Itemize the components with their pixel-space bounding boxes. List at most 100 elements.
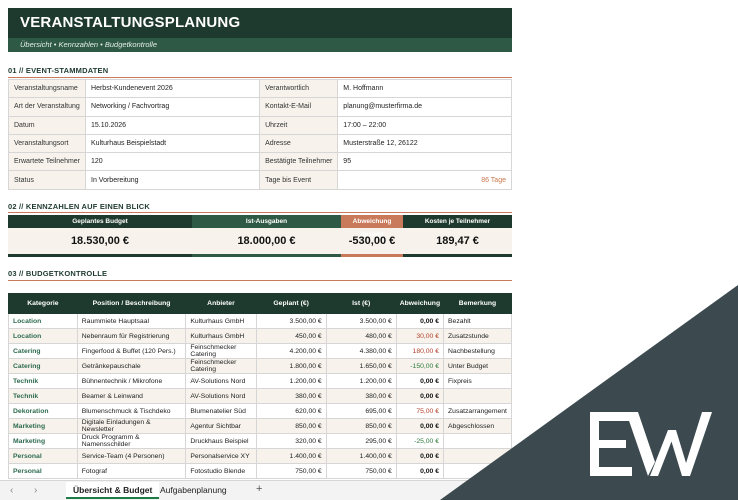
actual-cell[interactable]: 295,00 € [325,433,397,449]
planned-cell[interactable]: 1.400,00 € [255,448,327,464]
deviation-cell[interactable]: 0,00 € [395,463,445,479]
position-cell[interactable]: Bühnentechnik / Mikrofone [76,373,187,389]
category-cell[interactable]: Marketing [8,433,78,449]
deviation-cell[interactable]: -150,00 € [395,358,445,374]
planned-cell[interactable]: 3.500,00 € [255,313,327,329]
stammdaten-value[interactable]: Musterstraße 12, 26122 [337,133,512,154]
deviation-cell[interactable]: 30,00 € [395,328,445,344]
vendor-cell[interactable]: Feinschmecker Catering [185,343,257,359]
stammdaten-label[interactable]: Status [7,170,87,190]
column-header[interactable]: Abweichung [395,293,445,314]
stammdaten-value[interactable]: 86 Tage [337,170,512,190]
actual-cell[interactable]: 750,00 € [325,463,397,479]
remark-cell[interactable]: Bezahlt [443,313,512,329]
spreadsheet-sheet[interactable]: VERANSTALTUNGSPLANUNG Übersicht • Kennza… [0,0,738,480]
position-cell[interactable]: Blumenschmuck & Tischdeko [76,403,187,419]
position-cell[interactable]: Digitale Einladungen & Newsletter [76,418,187,434]
stammdaten-label[interactable]: Erwartete Teilnehmer [7,152,87,172]
category-cell[interactable]: Catering [8,358,78,374]
add-sheet-button[interactable]: + [256,483,262,495]
stammdaten-value[interactable]: 120 [85,152,261,172]
deviation-cell[interactable]: 0,00 € [395,418,445,434]
remark-cell[interactable] [443,448,512,464]
actual-cell[interactable]: 1.400,00 € [325,448,397,464]
category-cell[interactable]: Catering [8,343,78,359]
planned-cell[interactable]: 4.200,00 € [255,343,327,359]
stammdaten-label[interactable]: Veranstaltungsort [7,133,87,154]
stammdaten-label[interactable]: Veranstaltungsname [7,78,87,99]
planned-cell[interactable]: 750,00 € [255,463,327,479]
stammdaten-value[interactable]: planung@musterfirma.de [337,97,512,117]
remark-cell[interactable]: Nachbestellung [443,343,512,359]
stammdaten-label[interactable]: Uhrzeit [259,115,339,135]
vendor-cell[interactable]: Kulturhaus GmbH [185,328,257,344]
column-header[interactable]: Anbieter [185,293,257,314]
stammdaten-value[interactable]: 15.10.2026 [85,115,261,135]
planned-cell[interactable]: 320,00 € [255,433,327,449]
stammdaten-label[interactable]: Adresse [259,133,339,154]
category-cell[interactable]: Location [8,328,78,344]
stammdaten-value[interactable]: Networking / Fachvortrag [85,97,261,117]
remark-cell[interactable]: Abgeschlossen [443,418,512,434]
actual-cell[interactable]: 1.650,00 € [325,358,397,374]
actual-cell[interactable]: 850,00 € [325,418,397,434]
category-cell[interactable]: Technik [8,388,78,404]
position-cell[interactable]: Getränkepauschale [76,358,187,374]
tab-uebersicht-budget[interactable]: Übersicht & Budget [66,482,160,499]
stammdaten-label[interactable]: Art der Veranstaltung [7,97,87,117]
actual-cell[interactable]: 1.200,00 € [325,373,397,389]
column-header[interactable]: Kategorie [8,293,78,314]
stammdaten-value[interactable]: 17:00 – 22:00 [337,115,512,135]
deviation-cell[interactable]: 75,00 € [395,403,445,419]
vendor-cell[interactable]: Agentur Sichtbar [185,418,257,434]
column-header[interactable]: Bemerkung [443,293,512,314]
stammdaten-value[interactable]: Kulturhaus Beispielstadt [85,133,261,154]
column-header[interactable]: Geplant (€) [255,293,327,314]
category-cell[interactable]: Personal [8,463,78,479]
column-header[interactable]: Ist (€) [325,293,397,314]
stammdaten-value[interactable]: Herbst-Kundenevent 2026 [85,78,261,99]
column-header[interactable]: Position / Beschreibung [76,293,187,314]
tab-aufgabenplanung[interactable]: Aufgabenplanung [153,482,234,499]
chevron-right-icon[interactable]: › [34,485,37,496]
vendor-cell[interactable]: Blumenatelier Süd [185,403,257,419]
category-cell[interactable]: Location [8,313,78,329]
vendor-cell[interactable]: Druckhaus Beispiel [185,433,257,449]
planned-cell[interactable]: 620,00 € [255,403,327,419]
position-cell[interactable]: Raummiete Hauptsaal [76,313,187,329]
deviation-cell[interactable]: 0,00 € [395,373,445,389]
remark-cell[interactable]: Zusatzstunde [443,328,512,344]
category-cell[interactable]: Technik [8,373,78,389]
stammdaten-value[interactable]: 95 [337,152,512,172]
remark-cell[interactable] [443,463,512,479]
vendor-cell[interactable]: Kulturhaus GmbH [185,313,257,329]
category-cell[interactable]: Personal [8,448,78,464]
stammdaten-label[interactable]: Bestätigte Teilnehmer [259,152,339,172]
stammdaten-label[interactable]: Datum [7,115,87,135]
position-cell[interactable]: Nebenraum für Registrierung [76,328,187,344]
position-cell[interactable]: Fingerfood & Buffet (120 Pers.) [76,343,187,359]
position-cell[interactable]: Beamer & Leinwand [76,388,187,404]
planned-cell[interactable]: 1.200,00 € [255,373,327,389]
actual-cell[interactable]: 380,00 € [325,388,397,404]
vendor-cell[interactable]: Feinschmecker Catering [185,358,257,374]
planned-cell[interactable]: 450,00 € [255,328,327,344]
planned-cell[interactable]: 1.800,00 € [255,358,327,374]
deviation-cell[interactable]: 180,00 € [395,343,445,359]
chevron-left-icon[interactable]: ‹ [10,485,13,496]
category-cell[interactable]: Dekoration [8,403,78,419]
position-cell[interactable]: Druck Programm & Namensschilder [76,433,187,449]
category-cell[interactable]: Marketing [8,418,78,434]
remark-cell[interactable] [443,388,512,404]
vendor-cell[interactable]: AV-Solutions Nord [185,388,257,404]
stammdaten-label[interactable]: Kontakt-E-Mail [259,97,339,117]
deviation-cell[interactable]: 0,00 € [395,388,445,404]
remark-cell[interactable]: Fixpreis [443,373,512,389]
planned-cell[interactable]: 850,00 € [255,418,327,434]
stammdaten-value[interactable]: In Vorbereitung [85,170,261,190]
actual-cell[interactable]: 3.500,00 € [325,313,397,329]
stammdaten-label[interactable]: Tage bis Event [259,170,339,190]
remark-cell[interactable]: Zusatzarrangement [443,403,512,419]
deviation-cell[interactable]: 0,00 € [395,448,445,464]
stammdaten-label[interactable]: Verantwortlich [259,78,339,99]
